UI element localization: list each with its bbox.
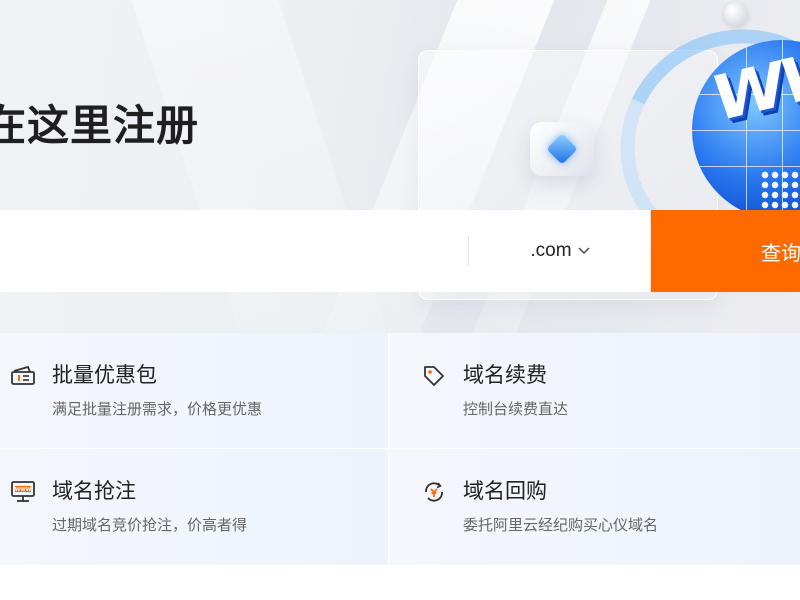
service-card-bulk-package[interactable]: 批量优惠包 满足批量注册需求，价格更优惠 — [0, 333, 388, 448]
service-description: 控制台续费直达 — [463, 400, 569, 418]
service-description: 满足批量注册需求，价格更优惠 — [52, 400, 263, 418]
domain-suffix-value: .com — [530, 240, 572, 261]
domain-search-bar: .com 查询 — [0, 210, 800, 292]
search-button[interactable]: 查询 — [651, 210, 800, 292]
service-title: 域名回购 — [463, 479, 547, 503]
domain-services-grid: 批量优惠包 满足批量注册需求，价格更优惠 域名续费 控制台续费直达 WWW 域名… — [0, 333, 800, 565]
domain-suffix-select[interactable]: .com — [470, 210, 650, 292]
service-card-backorder[interactable]: WWW 域名抢注 过期域名竞价抢注，价高者得 — [0, 448, 388, 565]
chevron-down-icon — [578, 247, 590, 255]
yuan-refresh-icon — [421, 479, 447, 505]
service-card-buyback[interactable]: 域名回购 委托阿里云经纪购买心仪域名 — [388, 448, 800, 565]
service-card-renewal[interactable]: 域名续费 控制台续费直达 — [388, 333, 800, 448]
service-description: 过期域名竞价抢注，价高者得 — [52, 516, 248, 534]
gem-icon — [546, 133, 578, 165]
orb-decoration — [724, 2, 748, 26]
svg-text:WWW: WWW — [15, 487, 32, 493]
page-title: 在这里注册 — [0, 101, 200, 150]
service-description: 委托阿里云经纪购买心仪域名 — [463, 516, 659, 534]
www-monitor-icon: WWW — [10, 479, 36, 505]
price-tag-icon — [421, 363, 447, 389]
coupon-ticket-icon — [10, 363, 36, 389]
service-title: 域名续费 — [463, 363, 547, 387]
cube-decoration — [530, 122, 594, 176]
service-title: 批量优惠包 — [52, 363, 157, 387]
service-title: 域名抢注 — [52, 479, 136, 503]
page-bottom-area — [0, 565, 800, 600]
search-divider — [468, 236, 469, 266]
